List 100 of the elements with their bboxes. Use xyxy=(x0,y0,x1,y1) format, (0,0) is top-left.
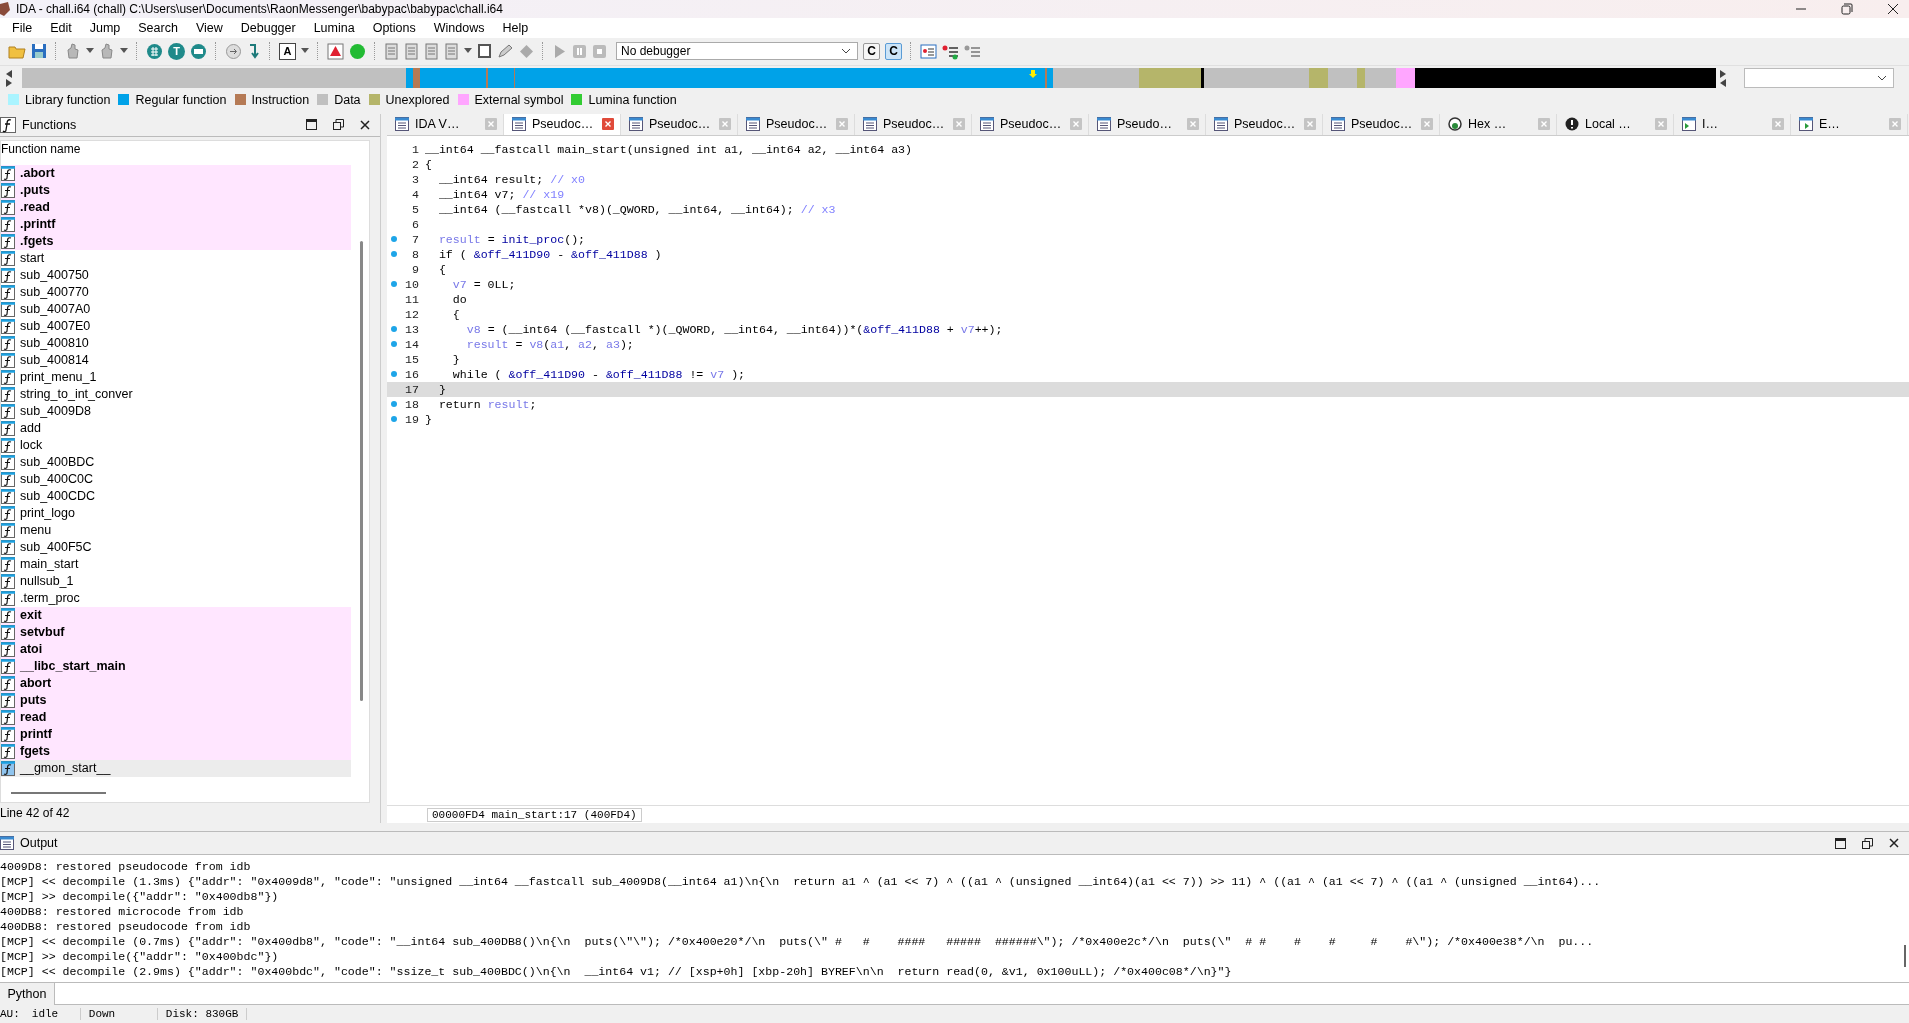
menu-item[interactable]: Options xyxy=(363,20,425,35)
text-button[interactable]: A xyxy=(279,42,296,60)
restore-icon[interactable] xyxy=(1841,2,1853,15)
tab[interactable]: Pseudoc… xyxy=(1206,113,1323,135)
scroll-arrows-icon[interactable] xyxy=(1718,68,1728,87)
caret-icon[interactable] xyxy=(464,48,472,55)
function-row[interactable]: sub_400C0C xyxy=(1,470,351,488)
function-row[interactable]: .term_proc xyxy=(1,589,351,607)
function-row[interactable]: nullsub_1 xyxy=(1,572,351,590)
tab[interactable]: Pseudoc… xyxy=(738,113,855,135)
breakpoint-dot[interactable] xyxy=(391,371,397,378)
play-icon[interactable] xyxy=(552,42,567,60)
diamond-icon[interactable] xyxy=(519,42,534,60)
function-row[interactable]: main_start xyxy=(1,555,351,573)
caret-icon[interactable] xyxy=(841,48,851,55)
close-icon[interactable] xyxy=(1887,2,1899,15)
hand-icon[interactable] xyxy=(99,43,115,60)
tab[interactable]: Pseudoc… xyxy=(504,113,621,135)
record-icon[interactable] xyxy=(349,42,366,60)
list-circle-icon[interactable] xyxy=(190,42,207,60)
breakpoint-dot[interactable] xyxy=(391,326,397,333)
function-row[interactable]: sub_400810 xyxy=(1,334,351,352)
caret-icon[interactable] xyxy=(1877,74,1887,81)
maximize-icon[interactable] xyxy=(306,119,317,131)
tab[interactable]: IDA V… xyxy=(387,113,504,135)
folder-icon[interactable] xyxy=(8,43,26,60)
menu-item[interactable]: View xyxy=(186,20,232,35)
grid-circle-icon[interactable] xyxy=(146,42,163,60)
function-row[interactable]: sub_400F5C xyxy=(1,538,351,556)
function-row[interactable]: sub_4009D8 xyxy=(1,402,351,420)
function-row[interactable]: menu xyxy=(1,521,351,539)
function-row[interactable]: print_logo xyxy=(1,504,351,522)
close-icon[interactable] xyxy=(1889,838,1899,849)
function-row[interactable]: sub_400BDC xyxy=(1,453,351,471)
down-arrow-icon[interactable] xyxy=(247,42,261,60)
function-row[interactable]: sub_4007E0 xyxy=(1,317,351,335)
breakpoint-dot[interactable] xyxy=(391,236,397,243)
maximize-icon[interactable] xyxy=(1835,837,1846,849)
breakpoint-dot[interactable] xyxy=(391,401,397,408)
function-row[interactable]: add xyxy=(1,419,351,437)
breakpoint-dot[interactable] xyxy=(391,416,397,423)
square-icon[interactable] xyxy=(477,42,492,60)
tab[interactable]: Hex … xyxy=(1440,113,1557,135)
menu-item[interactable]: File xyxy=(3,20,42,35)
function-row[interactable]: exit xyxy=(1,606,351,624)
command-field[interactable] xyxy=(55,983,1909,1006)
menu-item[interactable]: Search xyxy=(129,20,187,35)
tab[interactable]: Pseudo… xyxy=(1089,113,1206,135)
close-icon[interactable] xyxy=(360,119,370,130)
document-icon[interactable] xyxy=(384,42,399,60)
tab[interactable]: Pseudoc… xyxy=(621,113,738,135)
caret-icon[interactable] xyxy=(86,48,94,55)
function-row[interactable]: print_menu_1 xyxy=(1,368,351,386)
debugger-dropdown[interactable]: No debugger xyxy=(616,42,858,61)
pause-icon[interactable] xyxy=(572,42,587,60)
list-icon[interactable] xyxy=(920,42,937,60)
function-row[interactable]: sub_400750 xyxy=(1,266,351,284)
scroll-arrows-icon[interactable] xyxy=(4,68,14,87)
code-button[interactable]: C xyxy=(885,42,902,60)
tab[interactable]: Pseudoc… xyxy=(1323,113,1440,135)
column-header[interactable]: Function name xyxy=(1,140,351,158)
function-row[interactable]: start xyxy=(1,249,351,267)
menu-item[interactable]: Edit xyxy=(41,20,81,35)
arrow-circle-icon[interactable] xyxy=(225,42,242,60)
document-icon[interactable] xyxy=(404,42,419,60)
menu-item[interactable]: Windows xyxy=(424,20,494,35)
text-search-button[interactable]: T xyxy=(168,42,185,60)
stop-icon[interactable] xyxy=(592,42,607,60)
breakpoint-dot[interactable] xyxy=(391,251,397,258)
breakpoint-dot[interactable] xyxy=(391,281,397,288)
float-icon[interactable] xyxy=(1862,837,1873,849)
tab[interactable]: Pseudoc… xyxy=(855,113,972,135)
document-icon[interactable] xyxy=(444,42,459,60)
menu-item[interactable]: Help xyxy=(493,20,538,35)
hand-icon[interactable] xyxy=(65,43,81,60)
tab[interactable]: Local … xyxy=(1557,113,1674,135)
code-button[interactable]: C xyxy=(863,42,880,60)
scrollbar-thumb[interactable] xyxy=(1904,945,1906,968)
tab[interactable]: Pseudoc… xyxy=(972,113,1089,135)
function-row[interactable]: string_to_int_conver xyxy=(1,385,351,403)
scrollbar-thumb[interactable] xyxy=(11,792,106,795)
save-icon[interactable] xyxy=(31,43,47,60)
menu-item[interactable]: Jump xyxy=(80,20,130,35)
document-icon[interactable] xyxy=(424,42,439,60)
caret-icon[interactable] xyxy=(301,48,309,55)
function-row[interactable]: lock xyxy=(1,436,351,454)
scrollbar-thumb[interactable] xyxy=(360,240,363,701)
function-row[interactable]: sub_400814 xyxy=(1,351,351,369)
function-row[interactable]: .abort xyxy=(1,164,351,182)
float-icon[interactable] xyxy=(333,119,344,131)
pen-icon[interactable] xyxy=(497,42,514,60)
menu-item[interactable]: Lumina xyxy=(304,20,364,35)
tab[interactable]: E… xyxy=(1791,113,1908,135)
function-row[interactable]: sub_4007A0 xyxy=(1,300,351,318)
navigation-band[interactable] xyxy=(22,67,1716,88)
function-row[interactable]: sub_400CDC xyxy=(1,487,351,505)
tab[interactable]: I… xyxy=(1674,113,1791,135)
caret-icon[interactable] xyxy=(120,48,128,55)
breakpoint-dot[interactable] xyxy=(391,341,397,348)
menu-item[interactable]: Debugger xyxy=(231,20,305,35)
